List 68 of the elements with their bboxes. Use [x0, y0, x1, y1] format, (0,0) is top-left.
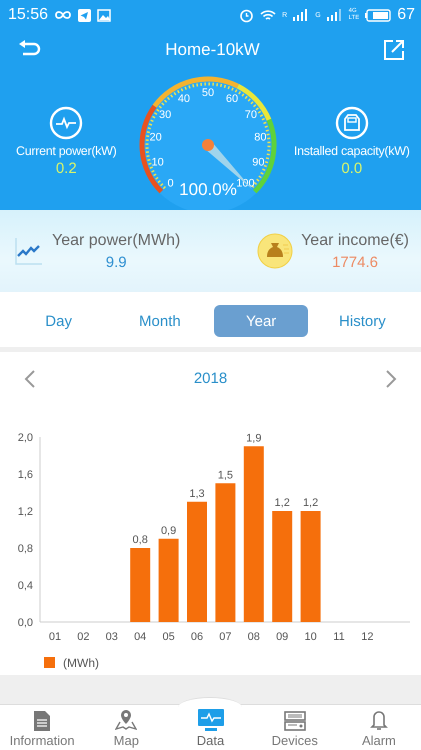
monitor-icon: [198, 709, 224, 731]
nav-tab[interactable]: Information: [0, 705, 84, 750]
axis-tick-label: 04: [134, 631, 146, 643]
send-icon: [78, 8, 92, 22]
device-rack-icon: [284, 711, 306, 731]
legend-swatch: [44, 657, 55, 668]
chevron-left-icon[interactable]: [24, 370, 36, 388]
signal-icon: [293, 9, 310, 21]
axis-tick-label: 02: [77, 631, 90, 643]
summary-label: Year income(€): [301, 232, 409, 250]
nav-tab[interactable]: Data: [168, 705, 253, 750]
axis-tick-label: 06: [190, 631, 204, 643]
axis-tick-label: 03: [106, 631, 118, 643]
axis-tick-label: 0,4: [18, 580, 33, 592]
stat-value: 0.2: [56, 160, 77, 177]
bar-value-label: 0,9: [160, 524, 176, 537]
infinity-icon: [54, 10, 72, 20]
axis-tick-label: 12: [361, 631, 374, 643]
summary-value: 9.9: [106, 254, 127, 270]
battery-icon: [365, 8, 392, 22]
axis-tick-label: 0,0: [18, 617, 33, 629]
period-label: 2018: [194, 370, 228, 387]
summary-value: 1774.6: [332, 254, 378, 270]
stat-label: Installed capacity(kW): [294, 144, 410, 158]
bar-value-label: 1,9: [246, 432, 262, 444]
axis-tick-label: 0,8: [18, 543, 33, 555]
nav-tab[interactable]: Devices: [252, 705, 337, 750]
axis-tick-label: 1,6: [18, 469, 33, 481]
period-tab[interactable]: Day: [12, 305, 106, 337]
period-tab[interactable]: Year: [214, 305, 308, 337]
stat-value: 0.0: [341, 160, 362, 177]
share-icon[interactable]: [383, 39, 405, 61]
stat-label: Current power(kW): [16, 144, 116, 158]
axis-tick-label: 08: [248, 631, 260, 643]
map-pin-icon: [115, 709, 138, 731]
axis-tick-label: 2,0: [18, 432, 33, 444]
chevron-right-icon[interactable]: [385, 370, 397, 388]
axis-tick-label: 10: [304, 631, 317, 643]
image-icon: [97, 8, 112, 22]
page-title: Home-10kW: [165, 40, 260, 60]
signal-icon: [326, 9, 343, 21]
alarm-clock-icon: [239, 8, 254, 22]
axis-tick-label: 09: [276, 631, 288, 643]
axis-tick-label: 05: [162, 631, 175, 643]
document-icon: [34, 711, 50, 731]
wifi-icon: [260, 8, 276, 22]
axis-tick-label: 07: [219, 631, 232, 643]
bar-value-label: 1,2: [302, 497, 318, 509]
storage-icon: [334, 106, 369, 140]
pulse-icon: [49, 106, 84, 140]
axis-tick-label: 01: [48, 631, 62, 643]
period-tab[interactable]: Month: [112, 305, 207, 337]
battery-level: 67: [397, 6, 415, 24]
period-tab[interactable]: History: [315, 305, 410, 337]
bar-value-label: 0,8: [132, 534, 148, 546]
status-time: 15:56: [8, 6, 48, 24]
nav-tab[interactable]: Map: [84, 705, 168, 750]
line-chart-icon: [14, 236, 44, 266]
bar-value-label: 1,2: [274, 497, 290, 509]
legend-label: (MWh): [63, 656, 99, 670]
axis-tick-label: 1,2: [18, 506, 33, 518]
nav-tab[interactable]: Alarm: [336, 705, 421, 750]
money-bag-icon: [257, 233, 294, 269]
bar-value-label: 1,5: [218, 469, 234, 482]
bell-icon: [370, 709, 388, 731]
bar-value-label: 1,3: [189, 488, 205, 500]
axis-tick-label: 11: [333, 631, 345, 643]
summary-label: Year power(MWh): [52, 232, 180, 250]
